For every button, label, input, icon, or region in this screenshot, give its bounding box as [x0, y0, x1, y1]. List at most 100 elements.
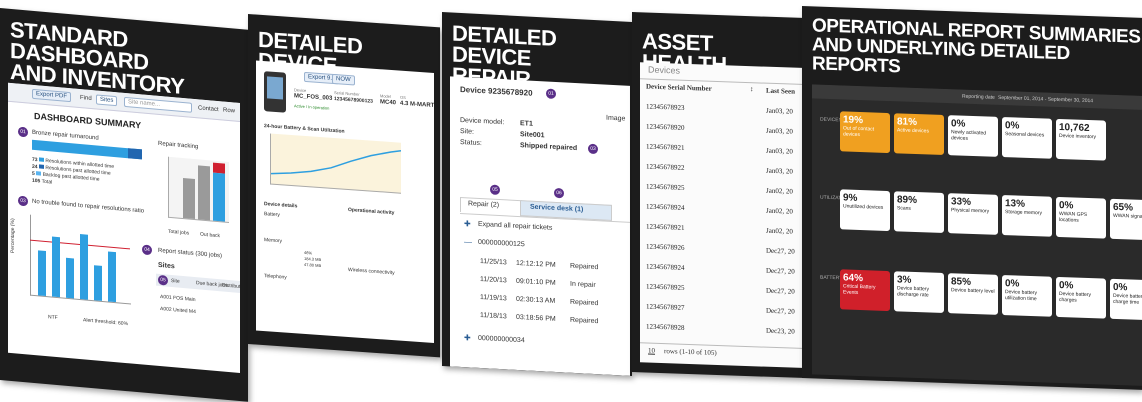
row-link[interactable]: Row [223, 108, 235, 115]
device-serial[interactable]: 12345678924 [646, 262, 685, 271]
tile-label: Active devices [897, 127, 929, 135]
report-tile[interactable]: 19% Out of contact devices [840, 111, 890, 154]
device-serial[interactable]: 12345678922 [646, 162, 685, 171]
reporting-date-label: Reporting date [962, 93, 995, 101]
device-serial[interactable]: 12345678925 [646, 182, 685, 191]
dashboard-screen: Export PDF Find Sites Site name... Conta… [8, 82, 240, 373]
battery-line [270, 149, 402, 175]
device-serial[interactable]: 12345678925 [646, 282, 685, 291]
collapse-icon[interactable]: — [464, 237, 472, 246]
report-tile[interactable]: 81% Active devices [894, 113, 944, 155]
rows-per-page[interactable]: 10 [648, 347, 655, 355]
sites-select[interactable]: Sites [96, 94, 118, 107]
report-tile[interactable]: 0% Newly activated devices [948, 115, 998, 157]
device-image [264, 71, 286, 113]
ntf-bar [108, 251, 116, 303]
expand-icon[interactable]: ✚ [464, 219, 471, 228]
last-seen: Dec27, 20 [766, 286, 795, 296]
device-serial[interactable]: 12345678921 [646, 222, 685, 231]
device-serial[interactable]: 12345678921 [646, 142, 685, 151]
battery-chart [270, 133, 402, 194]
sites-heading: Sites [158, 261, 175, 271]
chart-bar [213, 172, 225, 222]
sort-icon[interactable]: ↕ [750, 86, 754, 93]
event-status: Repaired [570, 316, 599, 326]
now-button[interactable]: NOW [332, 73, 355, 86]
report-tile[interactable]: 3% Device battery discharge rate [894, 271, 944, 313]
last-seen: Jan03, 20 [766, 166, 793, 176]
device-serial[interactable]: 12345678923 [646, 102, 685, 111]
asset-health-panel: ASSET HEALTH Devices Device Serial Numbe… [632, 12, 802, 378]
ntf-bar [52, 236, 60, 298]
report-tile[interactable]: 0% Device battery charge time [1110, 278, 1142, 321]
operational-heading: Operational activity [348, 206, 395, 217]
step-badge: 06 [554, 187, 564, 199]
device-id: Device 9235678920 [460, 84, 533, 98]
find-label: Find [80, 94, 92, 103]
device-name: MC_FOS_003 [294, 93, 333, 102]
device-details-heading: Device details [264, 201, 298, 210]
report-tile[interactable]: 0% Device battery charges [1056, 276, 1106, 319]
reports-screen: Reporting date September 01, 2014 - Sept… [812, 84, 1142, 386]
wireless-label: Wireless connectivity [348, 266, 395, 277]
legend-total: Total jobs [168, 228, 190, 237]
repair-tracking-label: Repair tracking [158, 140, 199, 151]
tile-label: Device battery discharge rate [897, 285, 929, 299]
tile-label: WWAN signal [1113, 212, 1142, 220]
tile-label: Device battery utilization time [1005, 289, 1037, 303]
last-seen: Jan02, 20 [766, 186, 793, 196]
ntf-bar [80, 233, 88, 300]
report-tile[interactable]: 0% WWAN GPS locations [1056, 196, 1106, 239]
step-badge: 03 [18, 195, 28, 207]
chart-bar [198, 165, 210, 221]
expand-icon[interactable]: ✚ [464, 333, 471, 342]
device-serial[interactable]: 12345678926 [646, 242, 685, 251]
report-tile[interactable]: 33% Physical memory [948, 193, 998, 235]
tile-label: WWAN GPS locations [1059, 210, 1088, 224]
last-seen: Jan02, 20 [766, 226, 793, 236]
ntf-bar [94, 265, 102, 301]
report-tile[interactable]: 13% Storage memory [1002, 194, 1052, 237]
devices-heading: Devices [648, 64, 681, 76]
turnaround-bar [32, 139, 142, 160]
last-seen-column[interactable]: Last Seen [766, 87, 795, 96]
site-value: M-MART AR [410, 101, 434, 110]
report-tile[interactable]: 0% Seasonal devices [1002, 116, 1052, 159]
last-seen: Dec27, 20 [766, 266, 795, 276]
asset-screen: Devices Device Serial Number ↕ Last Seen… [640, 62, 802, 368]
memory-label: Memory [264, 237, 283, 245]
operational-reports-panel: OPERATIONAL REPORT SUMMARIES AND UNDERLY… [802, 6, 1142, 390]
ticket-id[interactable]: 000000000034 [478, 335, 525, 344]
report-tile[interactable]: 64% Critical Battery Events [840, 269, 890, 312]
standard-dashboard-panel: STANDARD DASHBOARD AND INVENTORY Export … [0, 8, 248, 402]
report-tile[interactable]: 89% Scans [894, 191, 944, 233]
expand-all-link[interactable]: Expand all repair tickets [478, 221, 552, 232]
site-row[interactable]: A001 FOS Main [160, 294, 196, 303]
ticket-id[interactable]: 000000000125 [478, 239, 525, 248]
step-badge: 01 [546, 88, 556, 99]
device-serial[interactable]: 12345678920 [646, 122, 685, 131]
model-value: MC40 [380, 99, 397, 107]
site-column[interactable]: Site [171, 278, 180, 285]
site-row[interactable]: A002 United M4 [160, 306, 196, 315]
event-time: 09:01:10 PM [516, 277, 556, 287]
tile-label: Device battery charge time [1113, 292, 1142, 306]
event-date: 11/18/13 [480, 311, 507, 321]
report-tile[interactable]: 65% WWAN signal [1110, 198, 1142, 241]
step-badge: 01 [18, 126, 28, 138]
step-badge: 03 [588, 143, 598, 155]
last-seen: Dec23, 20 [766, 326, 795, 336]
turnaround-stats: 73 Resolutions within allotted time 24 R… [32, 157, 114, 192]
report-tile[interactable]: 9% Unutilized devices [840, 189, 890, 232]
report-tile[interactable]: 0% Device battery utilization time [1002, 274, 1052, 317]
report-tile[interactable]: 85% Device battery level [948, 273, 998, 315]
serial-column[interactable]: Device Serial Number [646, 82, 712, 92]
panel-title: OPERATIONAL REPORT SUMMARIES AND UNDERLY… [812, 15, 1142, 85]
device-screen-image [267, 76, 283, 100]
device-serial[interactable]: 12345678924 [646, 202, 685, 211]
report-tile[interactable]: 10,762 Device inventory [1056, 118, 1106, 161]
device-serial[interactable]: 12345678928 [646, 322, 685, 331]
model-label: Model [380, 93, 391, 99]
tile-label: Unutilized devices [843, 203, 884, 211]
device-serial[interactable]: 12345678927 [646, 302, 685, 311]
